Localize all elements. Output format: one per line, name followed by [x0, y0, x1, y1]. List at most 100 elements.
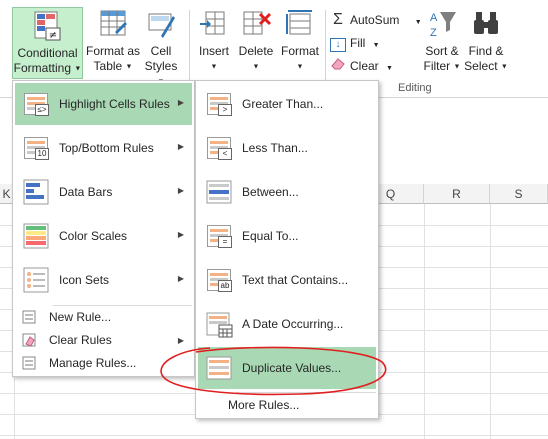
svg-text:≠: ≠ [48, 30, 56, 41]
menu-item-more-rules[interactable]: More Rules... [198, 394, 376, 416]
column-gridline [490, 204, 491, 439]
menu-item-less-than[interactable]: < Less Than... [198, 127, 376, 169]
menu-item-label: Top/Bottom Rules [59, 141, 154, 155]
menu-item-date-occurring[interactable]: A Date Occurring... [198, 303, 376, 345]
menu-item-label: Icon Sets [59, 273, 110, 287]
find-select-label-2: Select [464, 59, 498, 73]
menu-item-new-rule[interactable]: New Rule... [15, 306, 192, 328]
menu-item-highlight-cells-rules[interactable]: ≤> Highlight Cells Rules ▶ [15, 83, 192, 125]
badge: > [218, 104, 232, 116]
clear-rules-icon [21, 332, 37, 348]
clear-label: Clear [350, 59, 379, 73]
dropdown-caret-icon: ▼ [500, 63, 508, 71]
duplicate-values-icon [204, 353, 234, 383]
insert-cells-icon [198, 8, 230, 40]
highlight-cells-submenu: > Greater Than... < Less Than... Between… [195, 80, 379, 419]
cell-styles-label-1: Cell [150, 44, 172, 58]
dropdown-caret-icon: ▼ [74, 65, 82, 73]
delete-cells-icon [240, 8, 272, 40]
column-header-s[interactable]: S [490, 184, 548, 204]
color-scales-icon [21, 221, 51, 251]
submenu-arrow-icon: ▶ [177, 142, 184, 151]
menu-item-icon-sets[interactable]: Icon Sets ▶ [15, 259, 192, 301]
cell-styles-button[interactable]: Cell Styles ▼ [140, 8, 182, 89]
sort-filter-label-1: Sort & [425, 44, 459, 58]
menu-item-label: Equal To... [242, 229, 299, 243]
menu-item-text-contains[interactable]: ab Text that Contains... [198, 259, 376, 301]
submenu-arrow-icon: ▶ [177, 274, 184, 283]
cell-styles-label-2: Styles [144, 59, 178, 73]
format-as-table-label-2: Table [93, 59, 123, 73]
menu-item-label: More Rules... [228, 398, 300, 412]
sort-filter-button[interactable]: A Z Sort & Filter ▼ [420, 8, 464, 74]
delete-label: Delete [238, 44, 274, 58]
svg-text:A: A [430, 12, 438, 24]
fill-label: Fill [350, 36, 366, 50]
menu-item-between[interactable]: Between... [198, 171, 376, 213]
menu-item-top-bottom-rules[interactable]: 10 Top/Bottom Rules ▶ [15, 127, 192, 169]
find-select-label-1: Find & [468, 44, 504, 58]
menu-separator [236, 392, 376, 393]
delete-button[interactable]: Delete ▼ [236, 8, 276, 74]
format-cells-icon [284, 8, 316, 40]
row-gridline [0, 435, 548, 436]
format-button[interactable]: Format ▼ [278, 8, 322, 74]
menu-item-label: Less Than... [242, 141, 308, 155]
menu-item-equal-to[interactable]: = Equal To... [198, 215, 376, 257]
binoculars-icon [470, 8, 502, 40]
menu-item-label: Greater Than... [242, 97, 324, 111]
dropdown-caret-icon: ▼ [210, 63, 218, 71]
new-rule-icon [21, 309, 37, 325]
less-than-icon: < [204, 133, 234, 163]
menu-item-clear-rules[interactable]: Clear Rules ▶ [15, 329, 192, 351]
menu-item-color-scales[interactable]: Color Scales ▶ [15, 215, 192, 257]
menu-item-label: Highlight Cells Rules [59, 97, 170, 111]
menu-item-label: Data Bars [59, 185, 113, 199]
autosum-button[interactable]: Σ AutoSum ▼ [330, 10, 422, 30]
menu-item-label: Color Scales [59, 229, 128, 243]
conditional-formatting-label-1: Conditional [17, 46, 78, 60]
menu-item-label: Manage Rules... [49, 356, 137, 370]
format-as-table-button[interactable]: Format as Table ▼ [84, 8, 142, 74]
find-select-button[interactable]: Find & Select ▼ [464, 8, 508, 74]
menu-item-label: Clear Rules [49, 333, 112, 347]
menu-item-duplicate-values[interactable]: Duplicate Values... [198, 347, 376, 389]
badge: ab [218, 280, 232, 292]
format-as-table-icon [97, 8, 129, 40]
menu-item-label: A Date Occurring... [242, 317, 344, 331]
fill-button[interactable]: ↓ Fill ▼ [330, 33, 380, 53]
equal-to-icon: = [204, 221, 234, 251]
clear-button[interactable]: Clear ▼ [330, 56, 393, 76]
dropdown-caret-icon: ▼ [453, 63, 461, 71]
between-icon [204, 177, 234, 207]
submenu-arrow-icon: ▶ [177, 230, 184, 239]
dropdown-caret-icon: ▼ [386, 65, 393, 72]
menu-item-label: Text that Contains... [242, 273, 349, 287]
format-as-table-label-1: Format as [85, 44, 140, 58]
menu-item-manage-rules[interactable]: Manage Rules... [15, 352, 192, 374]
highlight-cells-icon: ≤> [21, 89, 51, 119]
dropdown-caret-icon: ▼ [296, 63, 304, 71]
menu-item-data-bars[interactable]: Data Bars ▶ [15, 171, 192, 213]
menu-item-greater-than[interactable]: > Greater Than... [198, 83, 376, 125]
icon-sets-icon [21, 265, 51, 295]
insert-label: Insert [198, 44, 229, 58]
sort-filter-label-2: Filter [423, 59, 451, 73]
sigma-icon: Σ [333, 11, 343, 28]
cell-styles-icon [145, 8, 177, 40]
eraser-icon [330, 56, 346, 76]
badge: < [218, 148, 232, 160]
submenu-arrow-icon: ▶ [177, 186, 184, 195]
menu-item-label: Duplicate Values... [242, 361, 342, 375]
text-contains-icon: ab [204, 265, 234, 295]
conditional-formatting-menu: ≤> Highlight Cells Rules ▶ 10 Top/Bottom… [12, 80, 195, 377]
column-header-r[interactable]: R [424, 184, 490, 204]
fill-down-icon: ↓ [330, 38, 346, 52]
autosum-label: AutoSum [350, 13, 400, 27]
date-occurring-icon [204, 309, 234, 339]
insert-button[interactable]: Insert ▼ [194, 8, 234, 74]
editing-group-label: Editing [398, 82, 432, 94]
conditional-formatting-button[interactable]: ≠ Conditional Formatting ▼ [12, 7, 83, 79]
sort-filter-icon: A Z [426, 8, 458, 40]
format-label: Format [280, 44, 319, 58]
